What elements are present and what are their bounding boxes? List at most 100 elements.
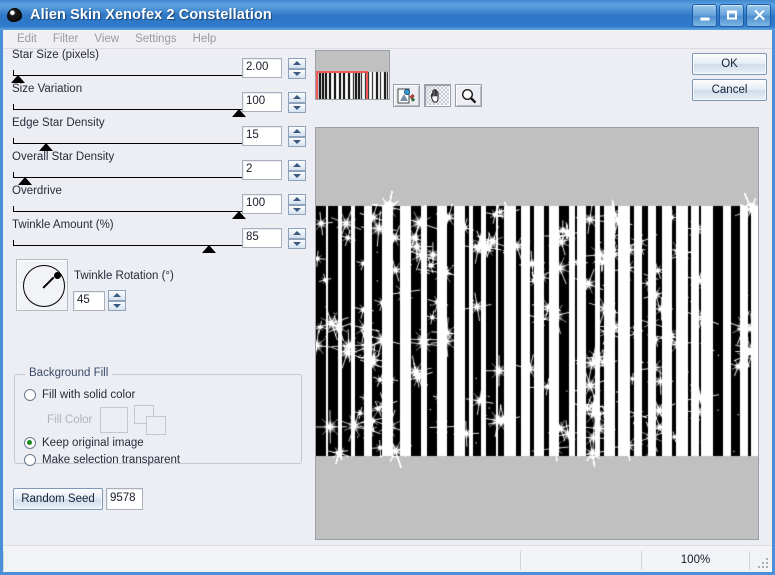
radio-button[interactable] xyxy=(24,454,36,466)
menu-item-view[interactable]: View xyxy=(86,32,127,46)
spinner-down-button[interactable] xyxy=(288,205,306,216)
slider-label: Overall Star Density xyxy=(12,151,114,163)
status-zoom-level: 100% xyxy=(641,551,749,570)
slider-value-input[interactable]: 2 xyxy=(242,160,282,180)
slider-spinner[interactable] xyxy=(288,160,306,181)
slider-value-input[interactable]: 100 xyxy=(242,92,282,112)
slider-spinner[interactable] xyxy=(288,126,306,147)
maximize-button[interactable] xyxy=(719,4,744,27)
slider-star-size: Star Size (pixels) 2.00 xyxy=(3,49,311,83)
rotation-dial-icon[interactable] xyxy=(16,259,68,311)
slider-thumb[interactable] xyxy=(11,75,25,83)
slider-spinner[interactable] xyxy=(288,228,306,249)
random-seed-input[interactable]: 9578 xyxy=(106,488,143,510)
slider-spinner[interactable] xyxy=(288,194,306,215)
slider-track[interactable] xyxy=(13,102,246,110)
spinner-down-button[interactable] xyxy=(288,103,306,114)
twinkle-rotation-label: Twinkle Rotation (°) xyxy=(74,270,174,282)
slider-overdrive: Overdrive 100 xyxy=(3,185,311,219)
slider-thumb[interactable] xyxy=(39,143,53,151)
background-fill-group: Background Fill Fill with solid color Fi… xyxy=(14,374,302,464)
slider-label: Overdrive xyxy=(12,185,62,197)
spinner-down-button[interactable] xyxy=(108,301,126,312)
fill-color-presets[interactable] xyxy=(134,405,168,435)
spinner-up-button[interactable] xyxy=(108,290,126,301)
slider-track[interactable] xyxy=(13,136,246,144)
spinner-down-button[interactable] xyxy=(288,171,306,182)
close-button[interactable] xyxy=(746,4,771,27)
preview-panel: OK Cancel xyxy=(312,49,772,545)
xenofex-constellation-window: Alien Skin Xenofex 2 Constellation Edit … xyxy=(0,0,775,575)
slider-spinner[interactable] xyxy=(288,92,306,113)
slider-label: Twinkle Amount (%) xyxy=(12,219,114,231)
slider-value-input[interactable]: 15 xyxy=(242,126,282,146)
preview-canvas[interactable] xyxy=(315,127,759,540)
menu-item-help[interactable]: Help xyxy=(185,32,225,46)
preview-toolbar xyxy=(393,84,482,107)
slider-label: Size Variation xyxy=(12,83,82,95)
slider-thumb[interactable] xyxy=(18,177,32,185)
radio-label: Fill with solid color xyxy=(42,389,135,401)
controls-panel: Star Size (pixels) 2.00 Size Variation 1… xyxy=(3,49,311,545)
slider-twinkle-amount: Twinkle Amount (%) 85 xyxy=(3,219,311,253)
random-seed-button[interactable]: Random Seed xyxy=(13,488,103,510)
slider-value-input[interactable]: 100 xyxy=(242,194,282,214)
window-title: Alien Skin Xenofex 2 Constellation xyxy=(30,7,272,23)
twinkle-rotation-input[interactable]: 45 xyxy=(73,291,105,311)
twinkle-rotation-spinner[interactable] xyxy=(108,290,126,311)
pan-tool-button[interactable] xyxy=(424,84,451,107)
navigator-selection-rect[interactable] xyxy=(316,71,368,100)
radio-label: Keep original image xyxy=(42,437,144,449)
alien-eye-icon xyxy=(6,6,24,24)
resize-grip-icon[interactable] xyxy=(749,551,772,570)
slider-track[interactable] xyxy=(13,68,246,76)
slider-spinner[interactable] xyxy=(288,58,306,79)
slider-track[interactable] xyxy=(13,204,246,212)
fill-color-label: Fill Color xyxy=(47,414,92,426)
preset-swatch-b[interactable] xyxy=(146,416,166,435)
status-left-cell xyxy=(3,551,520,570)
spinner-up-button[interactable] xyxy=(288,160,306,171)
radio-button[interactable] xyxy=(24,437,36,449)
radio-button[interactable] xyxy=(24,389,36,401)
menu-item-settings[interactable]: Settings xyxy=(127,32,185,46)
radio-label: Make selection transparent xyxy=(42,454,180,466)
slider-value-input[interactable]: 85 xyxy=(242,228,282,248)
menu-item-filter[interactable]: Filter xyxy=(45,32,87,46)
slider-label: Edge Star Density xyxy=(12,117,105,129)
navigator-thumbnail[interactable] xyxy=(315,50,390,100)
spinner-down-button[interactable] xyxy=(288,239,306,250)
window-controls xyxy=(692,4,771,27)
navigator-tool-button[interactable] xyxy=(393,84,420,107)
slider-label: Star Size (pixels) xyxy=(12,49,99,61)
spinner-up-button[interactable] xyxy=(288,58,306,69)
spinner-up-button[interactable] xyxy=(288,92,306,103)
menu-bar: Edit Filter View Settings Help xyxy=(3,30,772,49)
twinkle-rotation-control: Twinkle Rotation (°) 45 xyxy=(3,257,311,319)
radio-make-selection-transparent[interactable]: Make selection transparent xyxy=(24,454,180,466)
zoom-tool-button[interactable] xyxy=(455,84,482,107)
radio-keep-original-image[interactable]: Keep original image xyxy=(24,437,144,449)
status-bar: 100% xyxy=(3,545,772,572)
slider-size-variation: Size Variation 100 xyxy=(3,83,311,117)
spinner-up-button[interactable] xyxy=(288,126,306,137)
ok-button[interactable]: OK xyxy=(692,53,767,75)
group-title: Background Fill xyxy=(25,367,112,379)
menu-item-edit[interactable]: Edit xyxy=(9,32,45,46)
slider-track[interactable] xyxy=(13,238,246,246)
spinner-up-button[interactable] xyxy=(288,194,306,205)
status-mid-cell xyxy=(520,551,641,570)
radio-fill-with-solid-color[interactable]: Fill with solid color xyxy=(24,389,135,401)
slider-overall-star-density: Overall Star Density 2 xyxy=(3,151,311,185)
fill-color-row: Fill Color xyxy=(47,405,168,435)
slider-thumb[interactable] xyxy=(202,245,216,253)
slider-value-input[interactable]: 2.00 xyxy=(242,58,282,78)
spinner-up-button[interactable] xyxy=(288,228,306,239)
fill-color-swatch[interactable] xyxy=(100,407,128,433)
slider-edge-star-density: Edge Star Density 15 xyxy=(3,117,311,151)
spinner-down-button[interactable] xyxy=(288,69,306,80)
cancel-button[interactable]: Cancel xyxy=(692,79,767,101)
slider-track[interactable] xyxy=(13,170,246,178)
spinner-down-button[interactable] xyxy=(288,137,306,148)
minimize-button[interactable] xyxy=(692,4,717,27)
